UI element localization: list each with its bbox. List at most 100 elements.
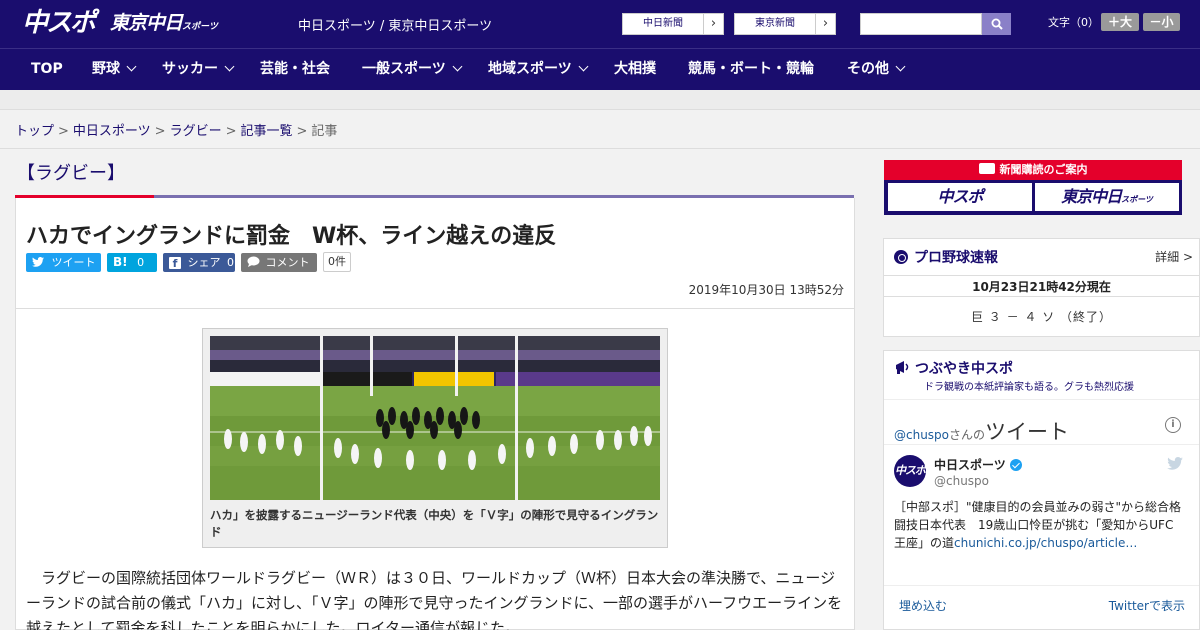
- comment-button[interactable]: コメント: [241, 253, 317, 272]
- font-small-button[interactable]: －小: [1143, 13, 1180, 31]
- facebook-count: 0: [227, 256, 234, 269]
- baseball-detail-link[interactable]: 詳細 >: [1155, 248, 1193, 265]
- nav-label: 地域スポーツ: [488, 61, 572, 77]
- info-icon[interactable]: i: [1165, 417, 1181, 433]
- nav-label: サッカー: [162, 61, 218, 77]
- article-card: ハカでイングランドに罰金 W杯、ライン越えの違反 ツイート B! 0 f シェア…: [15, 198, 855, 630]
- breadcrumb-separator: >: [154, 124, 166, 139]
- chevron-down-icon: [578, 61, 589, 72]
- chuspo-logo[interactable]: 中スポ: [22, 6, 96, 40]
- tweet-author-id[interactable]: @chuspo: [934, 474, 989, 488]
- breadcrumb: トップ > 中日スポーツ > ラグビー > 記事一覧 > 記事: [15, 120, 337, 139]
- tokyo-logo-text: 東京中日: [110, 12, 183, 34]
- ext-link-label: 中日新聞: [643, 18, 683, 29]
- verified-badge-icon: [1009, 459, 1022, 471]
- nav-item-local-sports[interactable]: 地域スポーツ: [488, 49, 589, 90]
- search-input[interactable]: [860, 13, 982, 35]
- comment-count: 0件: [323, 252, 351, 272]
- nav-label: 芸能・社会: [260, 61, 330, 77]
- nav-label: 野球: [92, 61, 120, 77]
- twitter-bird-icon[interactable]: [1167, 457, 1183, 470]
- twitter-timeline-header: @chuspoさんのツイート i: [884, 399, 1199, 445]
- nav-label: 一般スポーツ: [362, 61, 446, 77]
- chevron-down-icon: [895, 61, 906, 72]
- search-button[interactable]: [982, 13, 1011, 35]
- timeline-handle-link[interactable]: @chuspo: [894, 428, 949, 442]
- embed-link[interactable]: 埋め込む: [899, 597, 947, 614]
- article-headline: ハカでイングランドに罰金 W杯、ライン越えの違反: [26, 224, 557, 249]
- twitter-panel: つぶやき中スポ ドラ観戦の本紙評論家も語る。グラも熱烈応援 @chuspoさんの…: [883, 350, 1200, 630]
- twitter-panel-title: つぶやき中スポ: [894, 358, 1013, 378]
- twitter-footer-divider: [884, 585, 1199, 586]
- facebook-share-button[interactable]: f シェア 0: [163, 253, 235, 272]
- subscription-banner: 新聞購読のご案内 中スポ 東京中日スポーツ: [884, 160, 1182, 215]
- twitter-bird-icon: [32, 257, 44, 267]
- timeline-tweets-label: ツイート: [985, 420, 1070, 444]
- photo-caption: ハカ」を披露するニュージーランド代表（中央）を「Ｖ字」の陣形で見守るイングランド: [210, 508, 659, 539]
- megaphone-icon: [896, 361, 909, 374]
- nav-label: TOP: [31, 61, 63, 77]
- subscribe-chuspo-button[interactable]: 中スポ: [888, 183, 1032, 211]
- rugby-haka-photo: [210, 336, 660, 500]
- facebook-share-label: シェア: [187, 256, 221, 269]
- breadcrumb-article-list[interactable]: 記事一覧: [241, 124, 293, 139]
- category-heading: 【ラグビー】: [17, 163, 125, 184]
- nav-item-general-sports[interactable]: 一般スポーツ: [362, 49, 463, 90]
- nav-item-soccer[interactable]: サッカー: [162, 49, 235, 90]
- chevron-right-icon: ›: [815, 14, 835, 34]
- nav-item-baseball[interactable]: 野球: [92, 49, 137, 90]
- score-timestamp: 10月23日21時42分現在: [884, 275, 1199, 297]
- nav-item-others[interactable]: その他: [847, 49, 906, 90]
- hatena-bookmark-button[interactable]: B! 0: [107, 253, 157, 272]
- tweet-button[interactable]: ツイート: [26, 253, 101, 272]
- timeline-handle-suffix: さんの: [949, 428, 986, 442]
- facebook-icon: f: [169, 257, 181, 270]
- timeline-heading: @chuspoさんのツイート: [894, 416, 1069, 446]
- breadcrumb-separator: >: [296, 124, 308, 139]
- tweet-text: ［中部スポ］"健康目的の会員並みの弱さ"から総合格闘技日本代表 19歳山口怜臣が…: [894, 498, 1184, 552]
- nav-item-top[interactable]: TOP: [31, 49, 63, 90]
- main-nav: TOP 野球 サッカー 芸能・社会 一般スポーツ 地域スポーツ 大相撲 競馬・ボ…: [0, 48, 1200, 90]
- comment-label: コメント: [265, 256, 310, 269]
- newspaper-icon: [978, 163, 995, 174]
- chunichi-shimbun-link[interactable]: 中日新聞 ›: [622, 13, 724, 35]
- tweet-link[interactable]: chunichi.co.jp/chuspo/article…: [954, 536, 1137, 550]
- breadcrumb-chunichi-sports[interactable]: 中日スポーツ: [73, 124, 151, 139]
- subscription-title-text: 新聞購読のご案内: [999, 163, 1088, 176]
- twitter-title-text: つぶやき中スポ: [915, 361, 1013, 377]
- avatar[interactable]: 中スポ: [894, 455, 926, 487]
- tokyo-shimbun-link[interactable]: 東京新聞 ›: [734, 13, 836, 35]
- view-on-twitter-link[interactable]: Twitterで表示: [1109, 597, 1185, 614]
- tweet-label: ツイート: [51, 256, 96, 269]
- tweet-author[interactable]: 中日スポーツ: [934, 456, 1022, 473]
- article-body: ラグビーの国際統括団体ワールドラグビー（ＷＲ）は３０日、ワールドカップ（Ｗ杯）日…: [26, 569, 843, 630]
- chevron-down-icon: [126, 61, 137, 72]
- subscription-title: 新聞購読のご案内: [884, 160, 1182, 180]
- nav-item-entertainment[interactable]: 芸能・社会: [260, 49, 330, 90]
- tweet-author-name: 中日スポーツ: [934, 458, 1006, 472]
- breadcrumb-rugby[interactable]: ラグビー: [170, 124, 222, 139]
- breadcrumb-top[interactable]: トップ: [15, 124, 54, 139]
- font-large-button[interactable]: ＋大: [1101, 13, 1139, 31]
- nav-label: 競馬・ボート・競輪: [688, 61, 814, 77]
- breadcrumb-separator: >: [225, 124, 237, 139]
- breadcrumb-current: 記事: [311, 124, 338, 139]
- nav-item-sumo[interactable]: 大相撲: [614, 49, 656, 90]
- search-icon: [991, 18, 1003, 30]
- nav-label: その他: [847, 61, 889, 77]
- baseball-panel-title: プロ野球速報: [894, 247, 998, 267]
- font-size-label: 文字（0）: [1048, 16, 1099, 29]
- speech-bubble-icon: [247, 256, 260, 267]
- tokyo-chunichi-logo[interactable]: 東京中日スポーツ: [110, 8, 218, 38]
- ext-link-label: 東京新聞: [755, 18, 795, 29]
- score-line[interactable]: 巨 ３ － ４ ソ （終了）: [884, 308, 1199, 325]
- subscribe-tokyo-small: スポーツ: [1121, 195, 1153, 204]
- chevron-right-icon: ›: [703, 14, 723, 34]
- nav-item-racing[interactable]: 競馬・ボート・競輪: [688, 49, 814, 90]
- subscribe-tokyo-chunichi-button[interactable]: 東京中日スポーツ: [1035, 183, 1179, 211]
- chevron-down-icon: [224, 61, 235, 72]
- article-date: 2019年10月30日 13時52分: [688, 283, 844, 297]
- baseball-icon: [894, 250, 908, 264]
- baseball-score-panel: プロ野球速報 詳細 > 10月23日21時42分現在 巨 ３ － ４ ソ （終了…: [883, 238, 1200, 337]
- article-photo[interactable]: [210, 336, 660, 500]
